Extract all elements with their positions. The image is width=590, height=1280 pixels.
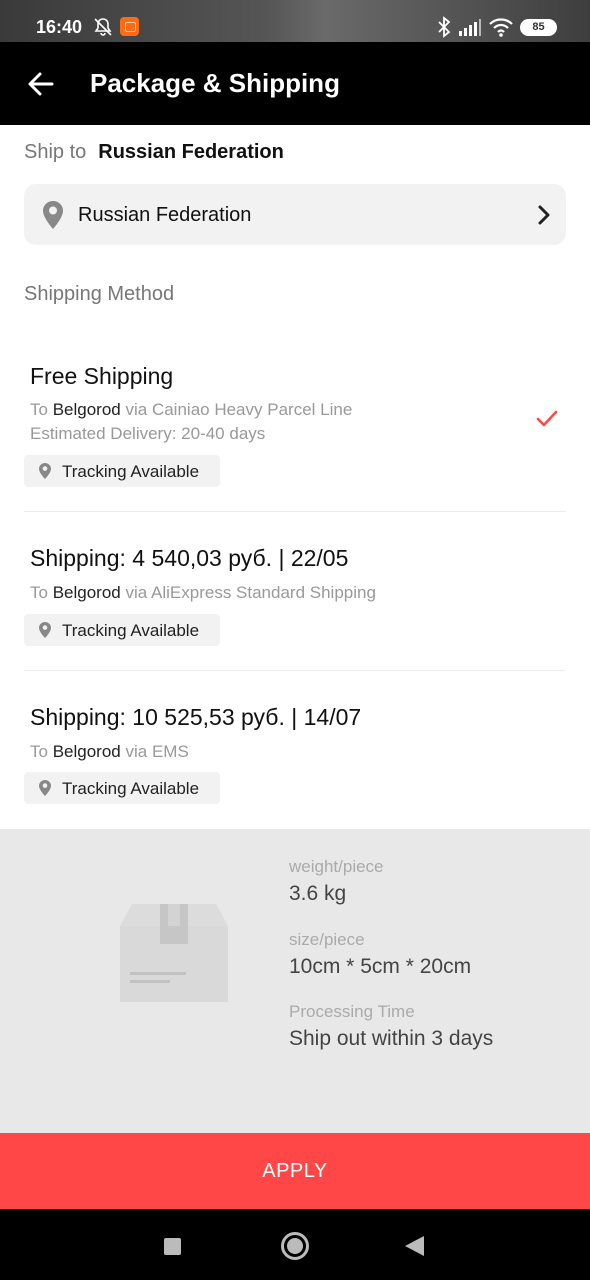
location-pin-icon	[39, 463, 51, 479]
option-route: To Belgorod via EMS	[30, 742, 189, 762]
option-title: Free Shipping	[30, 363, 174, 389]
bluetooth-icon	[438, 16, 451, 38]
option-route: To Belgorod via Cainiao Heavy Parcel Lin…	[30, 400, 352, 420]
tracking-label: Tracking Available	[62, 779, 200, 798]
tracking-label: Tracking Available	[62, 621, 200, 640]
address-selector[interactable]: Russian Federation	[24, 184, 566, 245]
route-carrier: via Cainiao Heavy Parcel Line	[125, 400, 353, 419]
route-city: Belgorod	[52, 400, 121, 419]
wifi-icon	[489, 18, 513, 37]
size-label: size/piece	[289, 930, 365, 949]
page-title: Package & Shipping	[90, 68, 340, 98]
processing-label: Processing Time	[289, 1002, 415, 1021]
shipping-method-title: Shipping Method	[24, 283, 175, 305]
package-box-icon	[120, 904, 228, 1002]
tracking-badge: Tracking Available	[24, 614, 220, 646]
option-title: Shipping: 4 540,03 руб. | 22/05	[30, 545, 349, 571]
ship-to-label: Ship to	[24, 141, 87, 163]
location-pin-icon	[39, 622, 51, 638]
route-city: Belgorod	[52, 742, 121, 761]
home-circle-icon[interactable]	[281, 1232, 309, 1260]
system-nav-bar	[0, 1209, 590, 1280]
weight-value: 3.6 kg	[289, 882, 347, 905]
address-value: Russian Federation	[78, 204, 252, 226]
divider	[24, 670, 566, 671]
app-bar: Package & Shipping	[0, 42, 590, 125]
ship-to-value: Russian Federation	[98, 141, 284, 163]
location-pin-icon	[43, 201, 63, 229]
app-notification-icon	[120, 17, 139, 36]
bell-off-icon	[94, 18, 112, 36]
ship-to-row: Ship to Russian Federation	[24, 141, 284, 164]
tracking-label: Tracking Available	[62, 462, 200, 481]
location-pin-icon	[39, 780, 51, 796]
status-time: 16:40	[36, 17, 83, 37]
route-carrier: via EMS	[125, 742, 189, 761]
route-city: Belgorod	[52, 583, 121, 602]
checkmark-icon	[536, 410, 558, 427]
route-carrier: via AliExpress Standard Shipping	[125, 583, 376, 602]
option-estimate: Estimated Delivery: 20-40 days	[30, 424, 266, 443]
route-to: To	[30, 583, 48, 602]
tracking-badge: Tracking Available	[24, 772, 220, 804]
weight-label: weight/piece	[289, 857, 384, 876]
back-triangle-icon[interactable]	[405, 1236, 424, 1256]
cellular-signal-icon	[459, 19, 481, 36]
processing-value: Ship out within 3 days	[289, 1027, 494, 1050]
option-route: To Belgorod via AliExpress Standard Ship…	[30, 583, 376, 603]
arrow-left-icon[interactable]	[26, 69, 56, 99]
battery-icon: 85	[520, 19, 557, 36]
route-to: To	[30, 742, 48, 761]
route-to: To	[30, 400, 48, 419]
apply-button[interactable]: APPLY	[0, 1133, 590, 1209]
tracking-badge: Tracking Available	[24, 455, 220, 487]
package-info-panel: weight/piece 3.6 kg size/piece 10cm * 5c…	[0, 829, 590, 1133]
status-bar: 16:40 85	[0, 0, 590, 42]
chevron-right-icon	[538, 205, 550, 225]
option-title: Shipping: 10 525,53 руб. | 14/07	[30, 704, 362, 730]
recents-square-icon[interactable]	[164, 1238, 181, 1255]
size-value: 10cm * 5cm * 20cm	[289, 955, 472, 978]
divider	[24, 511, 566, 512]
